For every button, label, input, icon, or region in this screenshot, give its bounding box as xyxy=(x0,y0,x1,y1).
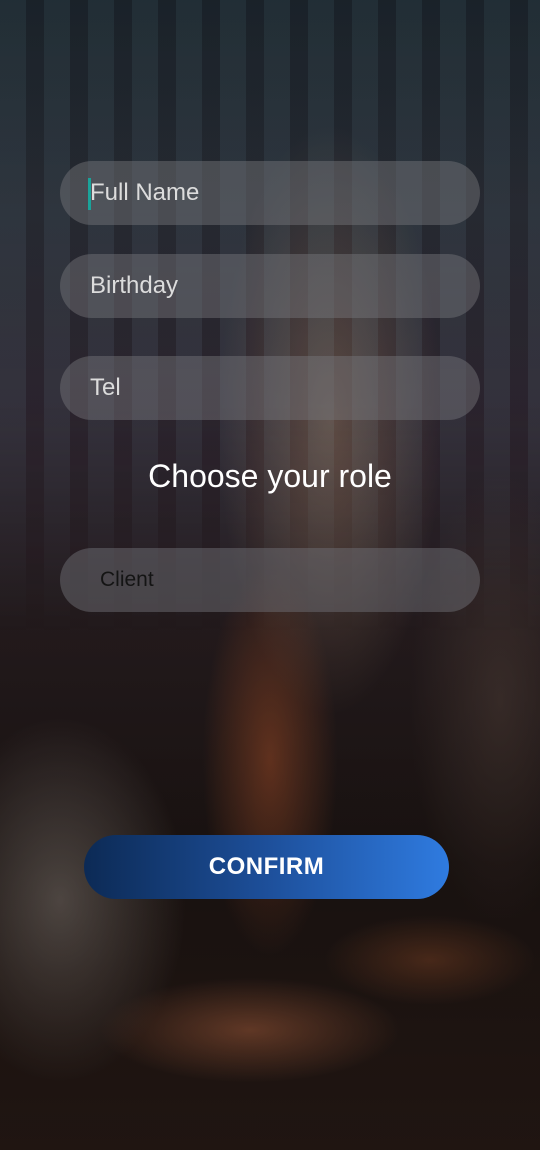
full-name-field[interactable] xyxy=(60,161,480,225)
text-cursor xyxy=(88,178,91,210)
birthday-input[interactable] xyxy=(88,271,480,301)
role-selected-value: Client xyxy=(100,568,154,591)
tel-input[interactable] xyxy=(88,373,480,403)
confirm-button[interactable]: CONFIRM xyxy=(84,835,449,899)
tel-field[interactable] xyxy=(60,356,480,420)
full-name-input[interactable] xyxy=(88,178,480,208)
role-select[interactable]: Client xyxy=(60,548,480,612)
role-heading: Choose your role xyxy=(148,458,392,494)
birthday-field[interactable] xyxy=(60,254,480,318)
registration-screen: Choose your role Client CONFIRM xyxy=(0,0,540,1150)
